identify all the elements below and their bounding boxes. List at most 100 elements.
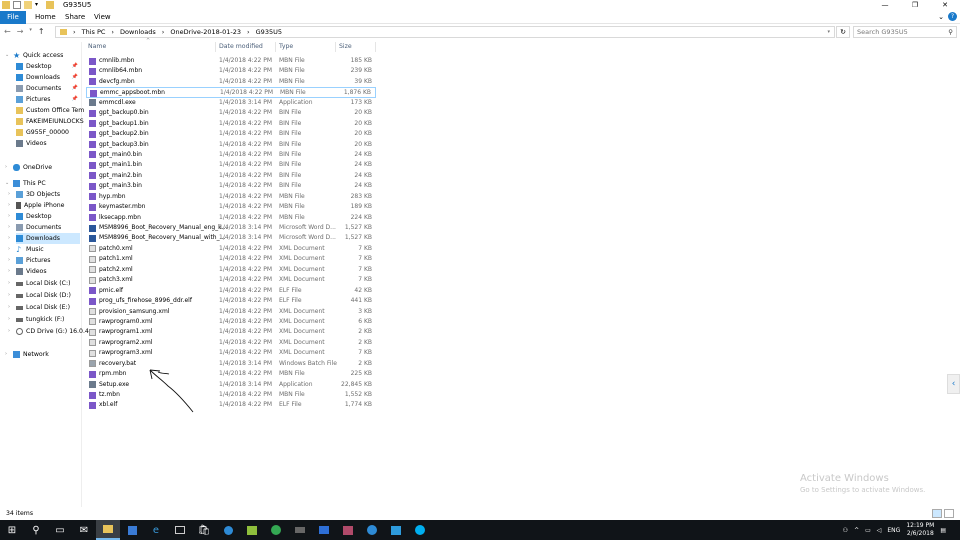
expand-chevron-icon[interactable]: ⌄ [5, 178, 9, 189]
file-row[interactable]: MSM8996_Boot_Recovery_Manual_eng_k... 1/4… [86, 223, 376, 233]
breadcrumb-downloads[interactable]: Downloads [120, 28, 156, 36]
nav-pc-desktop[interactable]: › Desktop [8, 211, 52, 222]
game-app-icon[interactable] [240, 520, 264, 540]
large-icons-view-icon[interactable] [944, 509, 954, 518]
tab-home[interactable]: Home [35, 13, 56, 21]
file-row[interactable]: rawprogram2.xml 1/4/2018 4:22 PM XML Docum… [86, 338, 376, 348]
column-type[interactable]: Type [279, 43, 293, 50]
properties-icon[interactable] [13, 1, 21, 9]
file-row[interactable]: emmc_appsboot.mbn 1/4/2018 4:22 PM MBN Fil… [86, 87, 376, 98]
nav-disk-d[interactable]: › Local Disk (D:) [8, 290, 71, 301]
file-row[interactable]: tz.mbn 1/4/2018 4:22 PM MBN File 1,552 KB [86, 390, 376, 400]
file-row[interactable]: rawprogram0.xml 1/4/2018 4:22 PM XML Docum… [86, 317, 376, 327]
expand-chevron-icon[interactable]: › [8, 200, 10, 211]
maximize-button[interactable]: ❐ [900, 0, 930, 11]
file-list[interactable]: cmnlib.mbn 1/4/2018 4:22 PM MBN File 185 KB… [86, 56, 376, 411]
column-date[interactable]: Date modified [219, 43, 263, 50]
expand-chevron-icon[interactable]: › [8, 290, 10, 301]
file-row[interactable]: provision_samsung.xml 1/4/2018 4:22 PM XML… [86, 307, 376, 317]
forward-arrow-icon[interactable]: → [17, 27, 24, 36]
expand-chevron-icon[interactable]: › [8, 211, 10, 222]
app-icon[interactable] [120, 520, 144, 540]
file-row[interactable]: devcfg.mbn 1/4/2018 4:22 PM MBN File 39 KB [86, 77, 376, 87]
navigation-pane[interactable]: ⌄ ★ Quick access Desktop 📌 Downloads 📌 D… [0, 42, 89, 507]
file-row[interactable]: rpm.mbn 1/4/2018 4:22 PM MBN File 225 KB [86, 369, 376, 379]
expand-chevron-icon[interactable]: › [8, 233, 10, 244]
nav-qa-videos[interactable]: Videos [16, 138, 47, 149]
expand-chevron-icon[interactable]: › [8, 255, 10, 266]
expand-chevron-icon[interactable]: › [8, 314, 10, 325]
help-icon[interactable]: ? [948, 12, 957, 21]
file-row[interactable]: patch3.xml 1/4/2018 4:22 PM XML Document 7 … [86, 275, 376, 285]
file-row[interactable]: Setup.exe 1/4/2018 3:14 PM Application 22,8… [86, 380, 376, 390]
nav-pc-pictures[interactable]: › Pictures [8, 255, 51, 266]
nav-pc-documents[interactable]: › Documents [8, 222, 61, 233]
file-row[interactable]: gpt_main2.bin 1/4/2018 4:22 PM BIN File 24 … [86, 171, 376, 181]
column-name[interactable]: Name [88, 43, 106, 50]
file-row[interactable]: keymaster.mbn 1/4/2018 4:22 PM MBN File 189… [86, 202, 376, 212]
nav-3d-objects[interactable]: › 3D Objects [8, 189, 60, 200]
nav-qa-g955f[interactable]: G955F_00000 [16, 127, 69, 138]
search-input[interactable]: Search G935U5 ⚲ [853, 26, 957, 38]
file-row[interactable]: gpt_main0.bin 1/4/2018 4:22 PM BIN File 24 … [86, 150, 376, 160]
nav-cd-drive[interactable]: › CD Drive (G:) 16.0.4 [8, 326, 89, 337]
expand-chevron-icon[interactable]: › [5, 349, 7, 360]
messenger-app-icon[interactable] [384, 520, 408, 540]
expand-ribbon-icon[interactable]: ⌄ [938, 13, 944, 21]
blue-app-icon[interactable] [312, 520, 336, 540]
tab-share[interactable]: Share [65, 13, 85, 21]
chevron-right-icon[interactable]: › [162, 28, 165, 36]
nav-quick-access[interactable]: ⌄ ★ Quick access [5, 50, 63, 61]
settings-app-icon[interactable] [216, 520, 240, 540]
nav-onedrive[interactable]: › OneDrive [5, 162, 52, 173]
file-row[interactable]: gpt_backup3.bin 1/4/2018 4:22 PM BIN File 2… [86, 140, 376, 150]
file-explorer-icon[interactable] [96, 520, 120, 540]
side-panel-chevron-icon[interactable]: ‹ [947, 374, 960, 394]
file-row[interactable]: gpt_backup0.bin 1/4/2018 4:22 PM BIN File 2… [86, 108, 376, 118]
tab-view[interactable]: View [94, 13, 111, 21]
nav-qa-custom-office[interactable]: Custom Office Tem [16, 105, 84, 116]
nav-qa-downloads[interactable]: Downloads 📌 [16, 72, 78, 83]
file-row[interactable]: gpt_backup2.bin 1/4/2018 4:22 PM BIN File 2… [86, 129, 376, 139]
expand-chevron-icon[interactable]: › [8, 326, 10, 337]
people-icon[interactable]: ⚇ [843, 527, 848, 534]
file-row[interactable]: recovery.bat 1/4/2018 3:14 PM Windows Batc… [86, 359, 376, 369]
minimize-button[interactable]: — [870, 0, 900, 11]
address-field[interactable]: › This PC › Downloads › OneDrive-2018-01… [55, 26, 835, 38]
nav-disk-c[interactable]: › Local Disk (C:) [8, 278, 71, 289]
breadcrumb-onedrive-folder[interactable]: OneDrive-2018-01-23 [170, 28, 241, 36]
back-arrow-icon[interactable]: ← [4, 27, 11, 36]
file-row[interactable]: lksecapp.mbn 1/4/2018 4:22 PM MBN File 224 … [86, 213, 376, 223]
chevron-down-icon[interactable]: ▾ [35, 1, 43, 9]
tab-file[interactable]: File [0, 11, 26, 24]
file-row[interactable]: patch0.xml 1/4/2018 4:22 PM XML Document 7 … [86, 244, 376, 254]
file-row[interactable]: cmnlib64.mbn 1/4/2018 4:22 PM MBN File 239 … [86, 66, 376, 76]
refresh-button[interactable]: ↻ [836, 26, 850, 38]
file-row[interactable]: xbl.elf 1/4/2018 4:22 PM ELF File 1,774 KB [86, 400, 376, 410]
nav-qa-fakeimei[interactable]: FAKEIMEIUNLOCKS [16, 116, 84, 127]
nav-apple-iphone[interactable]: › Apple iPhone [8, 200, 64, 211]
expand-chevron-icon[interactable]: › [8, 189, 10, 200]
details-view-icon[interactable] [932, 509, 942, 518]
task-view-icon[interactable]: ▭ [48, 520, 72, 540]
store-icon[interactable]: 🛍 [192, 520, 216, 540]
expand-chevron-icon[interactable]: › [5, 162, 7, 173]
file-row[interactable]: patch1.xml 1/4/2018 4:22 PM XML Document 7 … [86, 254, 376, 264]
file-row[interactable]: prog_ufs_firehose_8996_ddr.elf 1/4/2018 4… [86, 296, 376, 306]
nav-music[interactable]: › ♪ Music [8, 244, 44, 255]
start-windows-icon[interactable]: ⊞ [0, 520, 24, 540]
search-icon[interactable]: ⚲ [24, 520, 48, 540]
nav-pc-videos[interactable]: › Videos [8, 266, 47, 277]
nav-this-pc[interactable]: ⌄ This PC [5, 178, 46, 189]
clock[interactable]: 12:19 PM 2/6/2018 [906, 522, 934, 538]
nav-qa-desktop[interactable]: Desktop 📌 [16, 61, 78, 72]
address-dropdown-icon[interactable]: ▾ [827, 29, 830, 35]
mail-icon[interactable]: ✉ [72, 520, 96, 540]
file-row[interactable]: emmcdl.exe 1/4/2018 3:14 PM Application 173… [86, 98, 376, 108]
file-row[interactable]: patch2.xml 1/4/2018 4:22 PM XML Document 7 … [86, 265, 376, 275]
volume-icon[interactable]: ◁ [877, 527, 882, 534]
file-row[interactable]: hyp.mbn 1/4/2018 4:22 PM MBN File 283 KB [86, 192, 376, 202]
file-row[interactable]: MSM8996_Boot_Recovery_Manual_with_... 1/4… [86, 233, 376, 243]
edge-browser-icon[interactable]: e [144, 520, 168, 540]
language-indicator[interactable]: ENG [887, 527, 900, 534]
